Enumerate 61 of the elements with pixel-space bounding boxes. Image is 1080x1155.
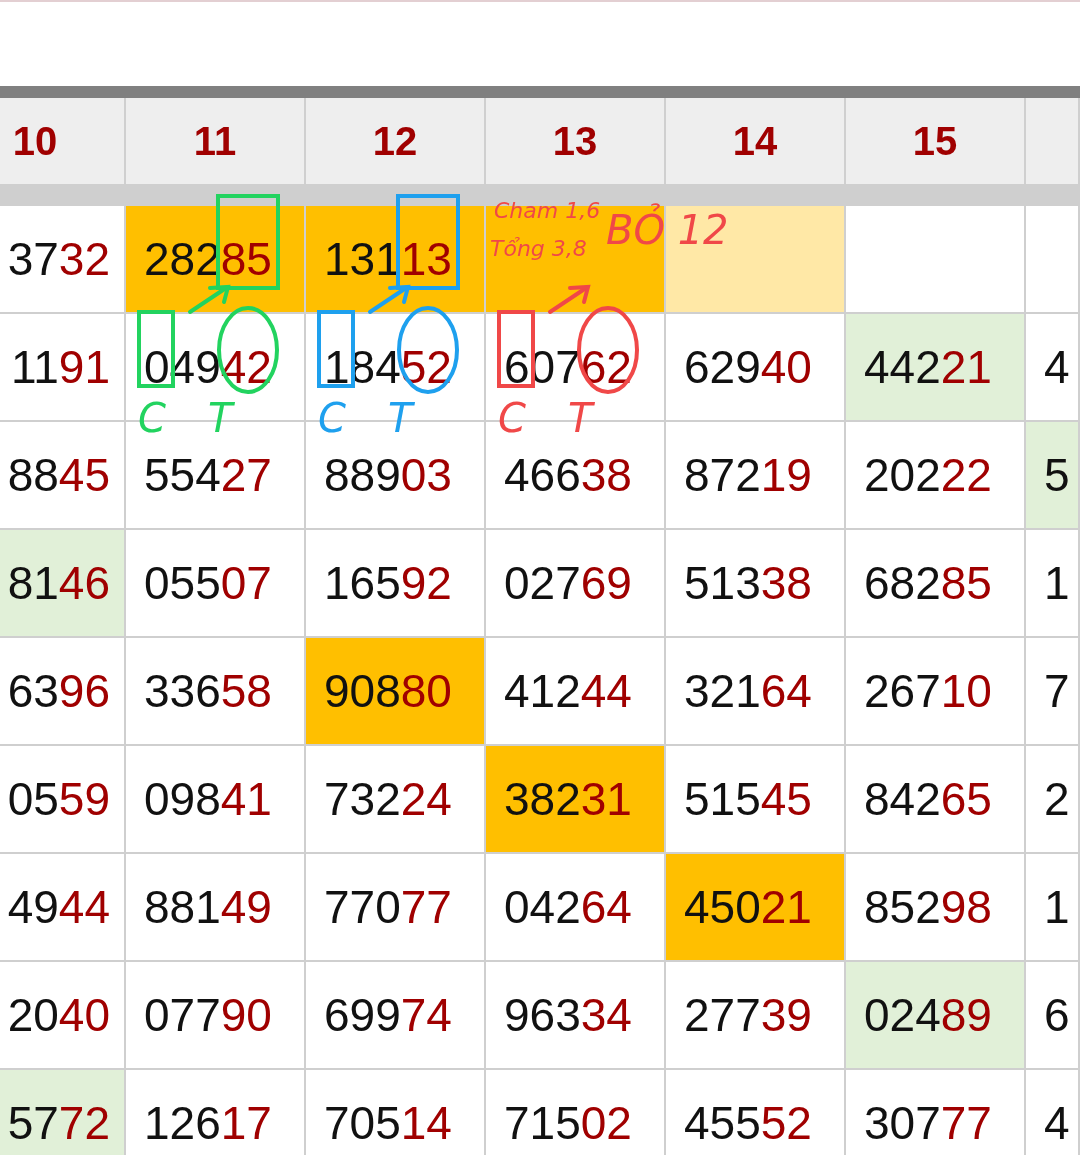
table-cell: 16592 [306, 530, 484, 636]
table-cell: 07790 [126, 962, 304, 1068]
table-cell: 30777 [846, 1070, 1024, 1155]
table-cell: 2040 [0, 962, 124, 1068]
table-cell: 4 [1026, 314, 1078, 420]
table-cell: 68285 [846, 530, 1024, 636]
table-cell: 02489 [846, 962, 1024, 1068]
table-cell: 84265 [846, 746, 1024, 852]
column-header: 12 [306, 98, 484, 184]
table-cell: 69974 [306, 962, 484, 1068]
table-cell: 90880 [306, 638, 484, 744]
table-cell: 77077 [306, 854, 484, 960]
table-cell: 62940 [666, 314, 844, 420]
table-cell: 70514 [306, 1070, 484, 1155]
table-cell: 1 [1026, 530, 1078, 636]
handwritten-note: Tổng 3,8 [490, 236, 587, 261]
table-cell: 20222 [846, 422, 1024, 528]
table-cell: 09841 [126, 746, 304, 852]
table-cell: 13113 [306, 206, 484, 312]
table-cell: 12617 [126, 1070, 304, 1155]
table-cell: 26710 [846, 638, 1024, 744]
table-cell: 45552 [666, 1070, 844, 1155]
handwritten-note: Cham 1,6 [494, 198, 601, 223]
table-cell: 41244 [486, 638, 664, 744]
table-cell: 51338 [666, 530, 844, 636]
table-cell: 6396 [0, 638, 124, 744]
table-cell: 32164 [666, 638, 844, 744]
table-cell: 27739 [666, 962, 844, 1068]
table-cell: 44221 [846, 314, 1024, 420]
table-cell: 04264 [486, 854, 664, 960]
table-cell: 7 [1026, 638, 1078, 744]
table-cell: 05507 [126, 530, 304, 636]
table-cell: 45021 [666, 854, 844, 960]
table-cell: 87219 [666, 422, 844, 528]
table-cell: 51545 [666, 746, 844, 852]
table-cell: 4944 [0, 854, 124, 960]
table-cell: 33658 [126, 638, 304, 744]
table-cell: 38231 [486, 746, 664, 852]
table-cell: 5772 [0, 1070, 124, 1155]
table-cell: 96334 [486, 962, 664, 1068]
column-header: 14 [666, 98, 844, 184]
table-cell: 73224 [306, 746, 484, 852]
table-cell: 5 [1026, 422, 1078, 528]
table-cell: 3732 [0, 206, 124, 312]
table-cell: 4 [1026, 1070, 1078, 1155]
table-cell: 8845 [0, 422, 124, 528]
table-cell: 6 [1026, 962, 1078, 1068]
table-cell: 8146 [0, 530, 124, 636]
column-header: 15 [846, 98, 1024, 184]
table-cell: 1 [1026, 854, 1078, 960]
column-header: 11 [126, 98, 304, 184]
column-header: 13 [486, 98, 664, 184]
column-header: 10 [0, 98, 124, 184]
table-cell: 85298 [846, 854, 1024, 960]
table-cell: 71502 [486, 1070, 664, 1155]
table-cell: 02769 [486, 530, 664, 636]
table-cell: 28285 [126, 206, 304, 312]
table-cell: 2 [1026, 746, 1078, 852]
table-cell: 88149 [126, 854, 304, 960]
table-cell: 0559 [0, 746, 124, 852]
table-cell: 1191 [0, 314, 124, 420]
